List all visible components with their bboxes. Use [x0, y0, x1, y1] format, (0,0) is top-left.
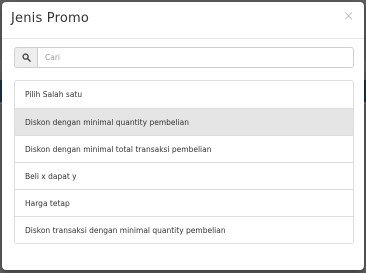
modal-title: Jenis Promo: [11, 11, 90, 26]
promo-type-modal: Jenis Promo × Pilih Salah satu Diskon de…: [2, 2, 364, 270]
close-button[interactable]: ×: [343, 10, 354, 23]
list-item[interactable]: Harga tetap: [15, 189, 353, 216]
list-item[interactable]: Pilih Salah satu: [15, 81, 353, 108]
search-input[interactable]: [38, 48, 353, 67]
list-item[interactable]: Diskon transaksi dengan minimal quantity…: [15, 216, 353, 243]
modal-body: Pilih Salah satu Diskon dengan minimal q…: [14, 47, 354, 244]
search-group: [14, 47, 354, 68]
list-item[interactable]: Beli x dapat y: [15, 162, 353, 189]
list-item[interactable]: Diskon dengan minimal total transaksi pe…: [15, 135, 353, 162]
promo-type-list: Pilih Salah satu Diskon dengan minimal q…: [14, 80, 354, 244]
modal-header: Jenis Promo ×: [2, 2, 364, 39]
list-item[interactable]: Diskon dengan minimal quantity pembelian: [15, 108, 353, 135]
search-icon: [15, 48, 38, 67]
